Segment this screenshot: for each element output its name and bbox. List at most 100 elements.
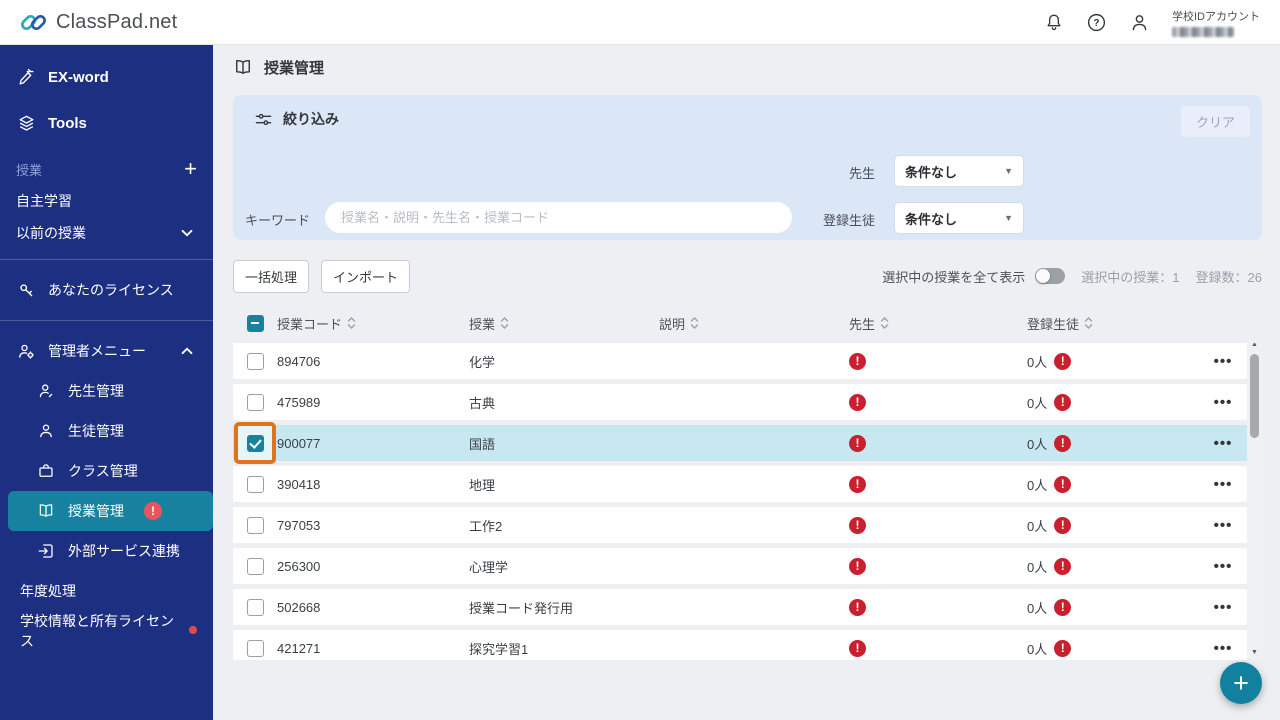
sidebar-item-year-processing[interactable]: 年度処理 bbox=[0, 571, 213, 611]
sidebar-item-admin-menu[interactable]: 管理者メニュー bbox=[0, 331, 213, 371]
account-person-icon[interactable] bbox=[1129, 12, 1150, 33]
top-header: ClassPad.net ? 学校IDアカウント bbox=[0, 0, 1280, 45]
column-header-teacher[interactable]: 先生 bbox=[849, 314, 1019, 333]
show-selected-toggle[interactable] bbox=[1035, 268, 1066, 284]
help-icon[interactable]: ? bbox=[1086, 12, 1107, 33]
table-row[interactable]: 900077 国語 ! 0人 ! ••• bbox=[233, 422, 1247, 464]
students-alert-icon: ! bbox=[1054, 352, 1072, 370]
sidebar-item-exword[interactable]: EX-word bbox=[0, 57, 213, 97]
row-menu-icon[interactable]: ••• bbox=[1214, 559, 1233, 574]
table-row[interactable]: 390418 地理 ! 0人 ! ••• bbox=[233, 466, 1247, 502]
add-lesson-fab-button[interactable]: + bbox=[1220, 662, 1262, 704]
row-menu-icon[interactable]: ••• bbox=[1214, 600, 1233, 615]
sort-icon[interactable] bbox=[880, 316, 889, 330]
row-menu-icon[interactable]: ••• bbox=[1214, 518, 1233, 533]
classpad-logo-icon bbox=[20, 9, 47, 36]
table-body-rows: 894706 化学 ! 0人 ! ••• 475989 古典 ! 0人 ! ••… bbox=[233, 343, 1247, 660]
row-students-cell: 0人 ! bbox=[1019, 557, 1199, 576]
row-checkbox[interactable] bbox=[246, 516, 264, 534]
key-icon bbox=[16, 280, 36, 300]
row-students-cell: 0人 ! bbox=[1019, 352, 1199, 371]
sidebar-group-classes: 授業 + bbox=[0, 153, 213, 185]
teacher-filter-dropdown[interactable]: 条件なし ▼ bbox=[895, 156, 1023, 186]
registered-count: 登録数：26 bbox=[1195, 269, 1262, 285]
row-menu-icon[interactable]: ••• bbox=[1214, 477, 1233, 492]
scroll-up-icon[interactable]: ▲ bbox=[1251, 343, 1258, 352]
sidebar-divider bbox=[0, 259, 213, 260]
row-checkbox-cell bbox=[233, 589, 277, 625]
row-checkbox-cell bbox=[233, 548, 277, 584]
students-alert-icon: ! bbox=[1054, 639, 1072, 657]
row-checkbox[interactable] bbox=[246, 598, 264, 616]
table-row[interactable]: 421271 探究学習1 ! 0人 ! ••• bbox=[233, 630, 1247, 660]
sidebar-item-lesson-management[interactable]: 授業管理 ! bbox=[8, 491, 213, 531]
row-teacher-cell: ! bbox=[849, 639, 1019, 657]
table-toolbar: 一括処理 インポート 選択中の授業を全て表示 選択中の授業：1 登録数：26 bbox=[233, 259, 1262, 293]
sort-icon[interactable] bbox=[347, 316, 356, 330]
add-class-icon[interactable]: + bbox=[184, 158, 197, 180]
table-row[interactable]: 502668 授業コード発行用 ! 0人 ! ••• bbox=[233, 589, 1247, 625]
teacher-alert-icon: ! bbox=[849, 475, 866, 493]
row-students: 0人 bbox=[1027, 641, 1048, 657]
keyword-filter-label: キーワード bbox=[244, 213, 310, 228]
sidebar-item-class-management[interactable]: クラス管理 bbox=[0, 451, 213, 491]
external-link-arrow-icon bbox=[36, 541, 56, 561]
row-checkbox[interactable] bbox=[246, 639, 264, 657]
row-menu-icon[interactable]: ••• bbox=[1214, 395, 1233, 410]
students-filter-dropdown[interactable]: 条件なし ▼ bbox=[895, 203, 1023, 233]
sidebar-item-self-study[interactable]: 自主学習 bbox=[0, 185, 213, 217]
bulk-action-button[interactable]: 一括処理 bbox=[233, 259, 310, 293]
row-checkbox[interactable] bbox=[246, 352, 264, 370]
row-teacher-cell: ! bbox=[849, 598, 1019, 616]
sidebar-item-previous-classes[interactable]: 以前の授業 bbox=[0, 217, 213, 249]
sidebar-item-your-license[interactable]: あなたのライセンス bbox=[0, 270, 213, 310]
column-header-code[interactable]: 授業コード bbox=[277, 314, 469, 333]
row-checkbox[interactable] bbox=[246, 434, 264, 452]
select-all-checkbox[interactable] bbox=[246, 314, 264, 332]
row-menu-icon[interactable]: ••• bbox=[1214, 641, 1233, 656]
sidebar-label: 授業管理 bbox=[68, 503, 124, 519]
sidebar-item-tools[interactable]: Tools bbox=[0, 103, 213, 143]
table-row[interactable]: 797053 工作2 ! 0人 ! ••• bbox=[233, 507, 1247, 543]
row-checkbox[interactable] bbox=[246, 475, 264, 493]
header-checkbox-cell bbox=[233, 303, 277, 343]
sort-icon[interactable] bbox=[500, 316, 509, 330]
row-menu-icon[interactable]: ••• bbox=[1214, 354, 1233, 369]
import-button[interactable]: インポート bbox=[321, 259, 411, 293]
keyword-search-input[interactable] bbox=[325, 202, 792, 233]
row-code: 797053 bbox=[277, 517, 321, 533]
sidebar-item-external-services[interactable]: 外部サービス連携 bbox=[0, 531, 213, 571]
teacher-person-icon bbox=[36, 381, 56, 401]
row-menu-icon[interactable]: ••• bbox=[1214, 436, 1233, 451]
row-name: 国語 bbox=[469, 436, 496, 452]
clear-filter-button[interactable]: クリア bbox=[1180, 106, 1250, 137]
row-checkbox[interactable] bbox=[246, 557, 264, 575]
teacher-alert-icon: ! bbox=[849, 393, 866, 411]
sidebar-item-student-management[interactable]: 生徒管理 bbox=[0, 411, 213, 451]
column-header-students[interactable]: 登録生徒 bbox=[1019, 314, 1199, 333]
sidebar-item-school-info[interactable]: 学校情報と所有ライセンス bbox=[0, 611, 213, 651]
table-header: 授業コード 授業 説明 先生 登録生徒 bbox=[233, 303, 1247, 343]
logo[interactable]: ClassPad.net bbox=[20, 9, 177, 36]
alert-badge: ! bbox=[144, 502, 162, 520]
sidebar-item-teacher-management[interactable]: 先生管理 bbox=[0, 371, 213, 411]
row-checkbox[interactable] bbox=[246, 393, 264, 411]
column-header-description[interactable]: 説明 bbox=[659, 314, 849, 333]
row-name: 心理学 bbox=[469, 559, 509, 575]
students-alert-icon: ! bbox=[1054, 393, 1072, 411]
row-students-cell: 0人 ! bbox=[1019, 598, 1199, 617]
notifications-bell-icon[interactable] bbox=[1043, 12, 1064, 33]
sort-icon[interactable] bbox=[690, 316, 699, 330]
sidebar-label: 生徒管理 bbox=[68, 423, 124, 439]
table-row[interactable]: 894706 化学 ! 0人 ! ••• bbox=[233, 343, 1247, 379]
scrollbar-thumb[interactable] bbox=[1250, 354, 1259, 438]
table-scrollbar[interactable]: ▲ ▼ bbox=[1247, 343, 1262, 660]
account-info[interactable]: 学校IDアカウント bbox=[1172, 8, 1260, 37]
table-row[interactable]: 256300 心理学 ! 0人 ! ••• bbox=[233, 548, 1247, 584]
table-row[interactable]: 475989 古典 ! 0人 ! ••• bbox=[233, 384, 1247, 420]
column-header-name[interactable]: 授業 bbox=[469, 314, 659, 333]
sort-icon[interactable] bbox=[1084, 316, 1093, 330]
row-code: 256300 bbox=[277, 558, 321, 574]
sidebar-label: 自主学習 bbox=[16, 193, 72, 209]
scroll-down-icon[interactable]: ▼ bbox=[1251, 648, 1258, 660]
